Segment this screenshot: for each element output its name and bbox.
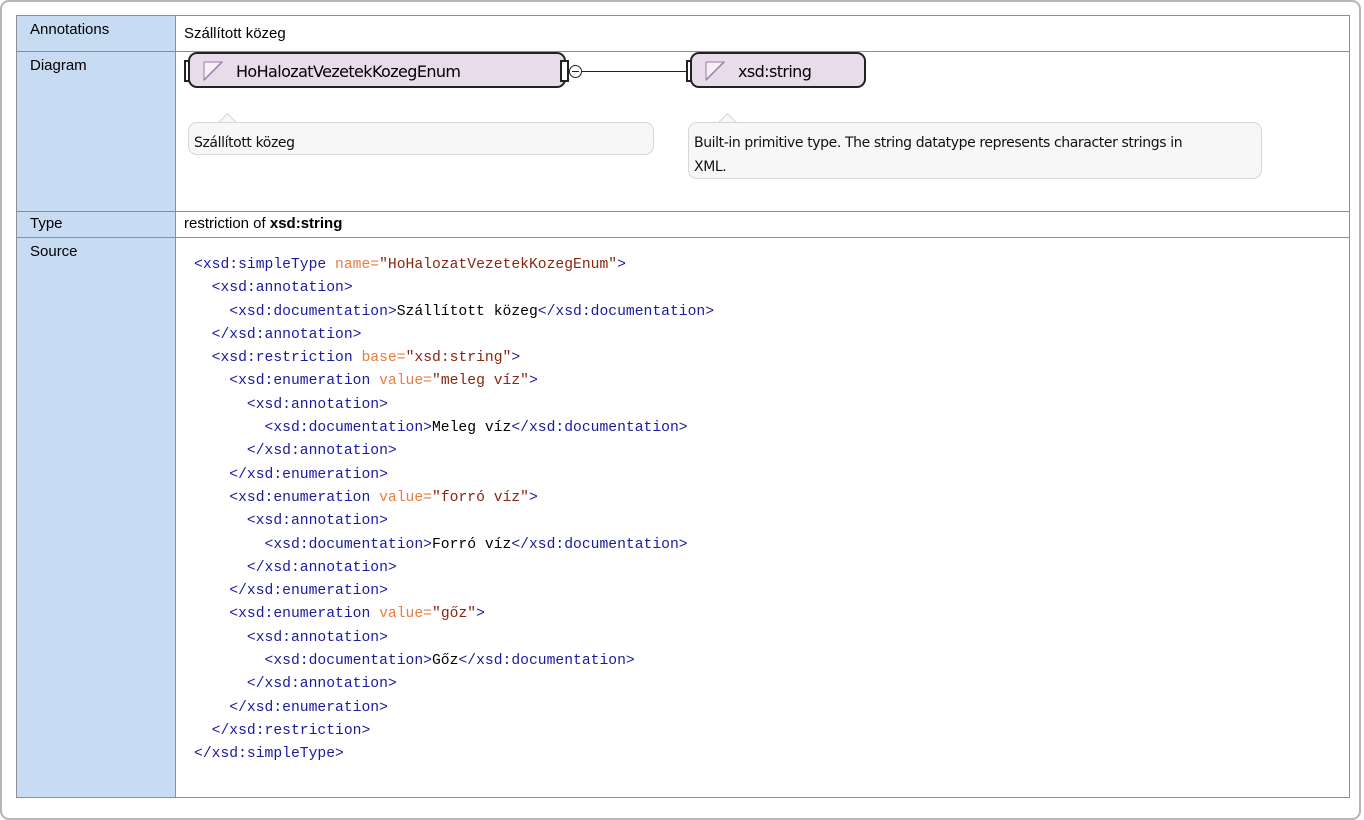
code-line: </xsd:simpleType> [194,746,344,762]
main-type-node[interactable]: HoHalozatVezetekKozegEnum [188,52,566,88]
code-token-tag: <xsd:annotation> [246,513,388,530]
code-token-tag: </xsd:documentation> [537,303,715,320]
code-token-aval: "forró víz" [432,489,529,506]
code-token-tag: <xsd:enumeration [229,373,380,390]
code-token-tag: <xsd:documentation> [264,420,432,437]
code-line: <xsd:annotation> [194,630,388,646]
code-line: <xsd:enumeration value="meleg víz"> [194,373,538,389]
code-line: <xsd:annotation> [194,513,388,529]
annotations-row: Annotations Szállított közeg [16,15,1350,52]
properties-table: Annotations Szállított közeg Diagram HoH… [16,15,1350,798]
code-token-tag: </xsd:enumeration> [229,699,388,716]
code-line: </xsd:annotation> [194,676,397,692]
main-type-name: HoHalozatVezetekKozegEnum [236,62,461,81]
code-line: </xsd:enumeration> [194,583,388,599]
code-line: <xsd:documentation>Forró víz</xsd:docume… [194,537,688,553]
source-label: Source [16,237,176,798]
code-token-aval: "gőz" [432,606,477,623]
code-line: </xsd:enumeration> [194,467,388,483]
code-token-tag: > [528,373,538,390]
code-token-tag: </xsd:documentation> [511,536,688,553]
type-row: Type restriction of xsd:string [16,211,1350,238]
code-line: <xsd:enumeration value="forró víz"> [194,490,538,506]
code-token-tag: <xsd:annotation> [246,629,388,646]
type-prefix: restriction of [184,215,266,232]
code-token-tag: </xsd:annotation> [246,676,397,693]
simple-type-icon [203,61,223,81]
source-code: <xsd:simpleType name="HoHalozatVezetekKo… [194,254,1349,767]
code-token-tag: > [476,606,485,623]
base-type-node[interactable]: xsd:string [690,52,866,88]
code-token-tag: </xsd:simpleType> [194,746,344,763]
code-token-attr: name= [335,257,380,273]
code-token-tag: </xsd:enumeration> [229,466,388,483]
connector-line [582,71,686,72]
code-token-tag: </xsd:restriction> [211,722,371,739]
code-token-attr: value= [379,606,432,623]
type-value: restriction of xsd:string [175,211,1350,238]
code-line: <xsd:documentation>Gőz</xsd:documentatio… [194,653,635,669]
simple-type-icon [705,61,725,81]
code-token-aval: "xsd:string" [405,350,512,367]
code-token-tag: </xsd:annotation> [211,326,362,343]
code-token-tag: > [511,350,521,367]
diagram-canvas: HoHalozatVezetekKozegEnum xsd:string Szá… [175,51,1350,212]
code-token-tag: </xsd:documentation> [511,420,688,437]
diagram-label: Diagram [16,51,176,212]
source-row: Source <xsd:simpleType name="HoHalozatVe… [16,237,1350,798]
code-token-attr: value= [379,489,432,506]
code-token-tag: <xsd:enumeration [229,606,380,623]
collapse-icon[interactable] [569,65,582,78]
code-line: </xsd:annotation> [194,326,362,343]
node-right-tab [560,60,569,82]
code-line: <xsd:annotation> [194,397,388,413]
code-line: </xsd:annotation> [194,560,397,576]
code-token-tag: > [617,257,626,273]
base-type-doc-note: Built-in primitive type. The string data… [688,122,1262,179]
code-token-tag: <xsd:restriction [211,350,362,367]
type-base-link[interactable]: xsd:string [270,215,343,232]
code-token-aval: "HoHalozatVezetekKozegEnum" [379,257,618,273]
type-label: Type [16,211,176,238]
code-token-attr: base= [361,350,406,367]
code-token-attr: value= [379,373,432,390]
code-line: <xsd:documentation>Szállított közeg</xsd… [194,304,714,320]
main-type-doc: Szállított közeg [194,135,295,151]
code-token-txt: Gőz [431,653,459,670]
annotations-value: Szállított közeg [175,15,1350,52]
code-token-tag: <xsd:simpleType [194,257,336,273]
code-token-tag: <xsd:documentation> [229,303,397,320]
diagram-row: Diagram HoHalozatVezetekKozegEnum xsd:st… [16,51,1350,212]
base-type-name: xsd:string [738,62,812,81]
code-token-txt: Meleg víz [431,420,512,437]
code-token-tag: > [528,489,538,506]
code-token-tag: <xsd:annotation> [246,396,388,413]
code-token-tag: <xsd:enumeration [229,489,380,506]
code-token-txt: Szállított közeg [396,303,538,320]
main-type-doc-note: Szállított közeg [188,122,654,155]
source-code-cell: <xsd:simpleType name="HoHalozatVezetekKo… [175,237,1350,798]
code-token-tag: <xsd:annotation> [211,280,353,297]
code-token-tag: </xsd:annotation> [246,443,397,460]
code-token-tag: </xsd:enumeration> [229,583,388,600]
code-line: <xsd:simpleType name="HoHalozatVezetekKo… [194,257,626,273]
code-line: </xsd:restriction> [194,722,371,739]
base-type-doc: Built-in primitive type. The string data… [694,135,1183,175]
code-token-aval: "meleg víz" [432,373,529,390]
annotations-label: Annotations [16,15,176,52]
code-line: <xsd:restriction base="xsd:string"> [194,350,521,367]
code-token-tag: <xsd:documentation> [264,536,432,553]
code-token-tag: </xsd:documentation> [458,653,635,670]
code-line: </xsd:annotation> [194,443,397,459]
code-token-tag: </xsd:annotation> [246,559,397,576]
code-line: <xsd:enumeration value="gőz"> [194,606,485,622]
code-line: <xsd:documentation>Meleg víz</xsd:docume… [194,420,688,436]
code-token-txt: Forró víz [431,536,512,553]
code-line: <xsd:annotation> [194,280,353,296]
code-token-tag: <xsd:documentation> [264,653,432,670]
code-line: </xsd:enumeration> [194,700,388,716]
